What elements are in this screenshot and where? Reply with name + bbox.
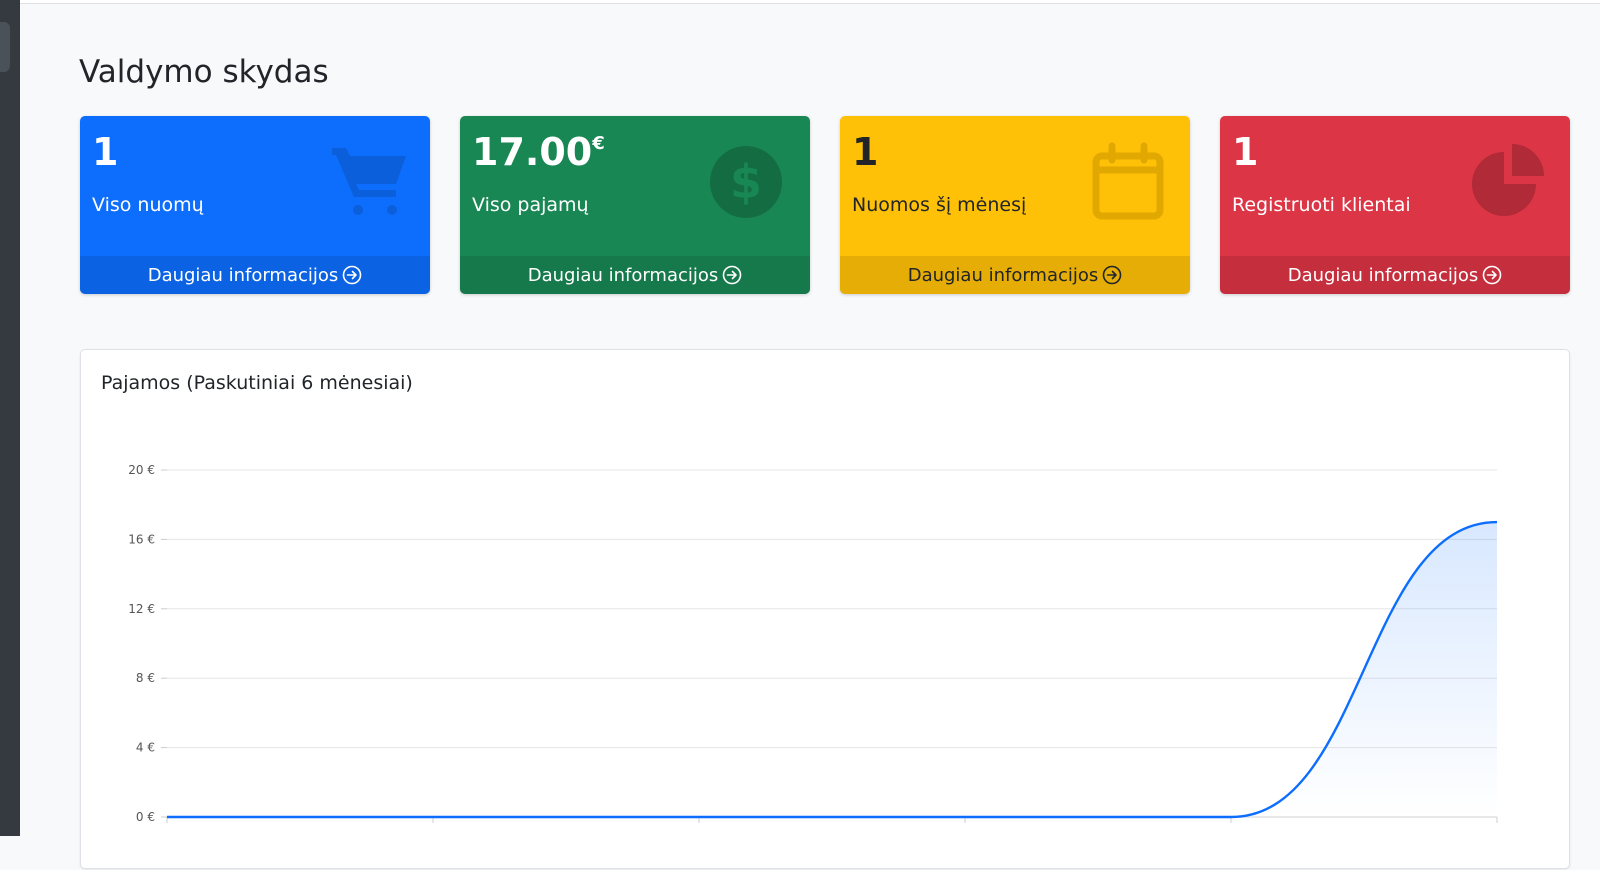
sidebar-toggle-handle[interactable] [0,22,10,72]
series-area-fill [167,522,1497,817]
arrow-right-circle-icon [1102,265,1122,285]
pie-chart-icon [1472,144,1544,216]
calendar-icon [1092,142,1164,220]
card-more-info-link[interactable]: Daugiau informacijos [80,256,430,294]
currency-symbol: € [592,133,605,154]
cart-icon [332,148,406,215]
card-rentals-this-month: 1 Nuomos šį mėnesį Daugiau informacijos [840,116,1190,294]
card-label: Nuomos šį mėnesį [852,194,1027,216]
card-more-info-link[interactable]: Daugiau informacijos [1220,256,1570,294]
y-tick-label: 12 € [128,602,155,616]
dollar-icon: $ [710,146,782,218]
card-label: Viso nuomų [92,194,204,216]
sidebar [0,0,20,836]
svg-text:$: $ [730,155,762,209]
top-navbar [20,0,1600,4]
arrow-right-circle-icon [722,265,742,285]
arrow-right-circle-icon [1482,265,1502,285]
card-label: Registruoti klientai [1232,194,1411,216]
card-label: Viso pajamų [472,194,589,216]
card-registered-clients: 1 Registruoti klientai Daugiau informaci… [1220,116,1570,294]
y-tick-label: 16 € [128,532,155,546]
card-more-info-link[interactable]: Daugiau informacijos [460,256,810,294]
page-title: Valdymo skydas [79,54,329,90]
revenue-chart-card: Pajamos (Paskutiniai 6 mėnesiai) 0 €4 €8… [80,349,1570,869]
card-more-info-link[interactable]: Daugiau informacijos [840,256,1190,294]
card-value: 1 [852,130,879,174]
y-tick-label: 4 € [136,741,155,755]
y-tick-label: 0 € [136,810,155,824]
arrow-right-circle-icon [342,265,362,285]
y-tick-label: 20 € [128,463,155,477]
card-value: 1 [1232,130,1259,174]
card-total-rentals: 1 Viso nuomų Daugiau informacijos [80,116,430,294]
series-line [166,520,1498,819]
card-value: 1 [92,130,119,174]
revenue-area-chart: 0 € 4 € 8 € 12 € 16 € 20 € [128,463,1498,824]
y-tick-label: 8 € [136,671,155,685]
card-total-revenue: 17.00€ Viso pajamų $ Daugiau informacijo… [460,116,810,294]
card-value: 17.00€ [472,130,605,174]
